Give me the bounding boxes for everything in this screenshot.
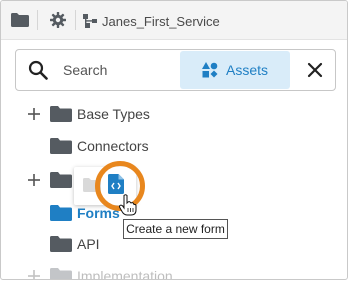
search-bar: Search Assets (15, 49, 336, 91)
plus-icon[interactable] (27, 107, 41, 121)
assets-icon (201, 62, 218, 78)
tree-item-label: Connectors (77, 138, 149, 154)
assets-filter-button[interactable]: Assets (180, 51, 290, 89)
folder-icon (50, 106, 72, 122)
folder-toolbar-button[interactable] (8, 9, 32, 31)
settings-button[interactable] (47, 9, 69, 31)
toolbar: Janes_First_Service (1, 1, 347, 40)
folder-icon (50, 268, 72, 279)
folder-icon (11, 13, 29, 27)
tree-item-collapsed-folder[interactable] (1, 168, 347, 192)
tooltip-text: Create a new form (126, 222, 225, 236)
tree-item-label: API (77, 236, 100, 252)
folder-icon (50, 236, 72, 252)
search-icon[interactable] (28, 60, 48, 80)
tree-item-base-types[interactable]: Base Types (1, 102, 347, 126)
assets-label: Assets (225, 62, 268, 78)
plus-icon[interactable] (27, 269, 41, 280)
gear-icon (50, 12, 66, 28)
tree-item-label: Implementation (77, 268, 173, 280)
folder-icon (50, 172, 72, 188)
asset-panel: Janes_First_Service Search Assets Base T… (0, 0, 348, 280)
hand-cursor-icon (119, 194, 137, 216)
close-icon[interactable] (305, 60, 325, 80)
tree-item-connectors[interactable]: Connectors (1, 134, 347, 158)
tooltip: Create a new form (123, 219, 228, 239)
tree-item-implementation[interactable]: Implementation (1, 264, 347, 280)
toolbar-divider (75, 10, 76, 30)
tree-item-label: Base Types (77, 106, 150, 122)
plus-icon[interactable] (27, 173, 41, 187)
folder-icon (50, 138, 72, 154)
folder-icon (50, 205, 72, 221)
service-breadcrumb[interactable]: Janes_First_Service (83, 11, 220, 31)
search-input[interactable]: Search (63, 62, 107, 78)
toolbar-divider (37, 10, 38, 30)
service-icon (83, 14, 97, 28)
service-name: Janes_First_Service (102, 13, 220, 29)
